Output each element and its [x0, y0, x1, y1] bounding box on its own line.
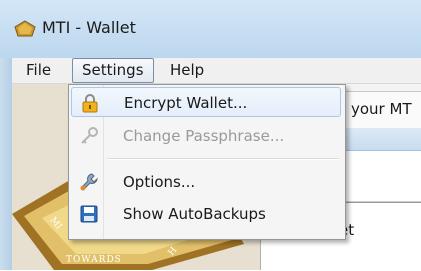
menu-item-label: Encrypt Wallet... [124, 94, 248, 112]
wallet-window: MTI - Wallet File Settings Help TOWARDS … [0, 0, 421, 271]
window-frame [0, 58, 12, 270]
menu-help[interactable]: Help [164, 60, 210, 81]
header-text: your MT [351, 100, 412, 118]
wrench-icon [80, 173, 98, 191]
menu-file[interactable]: File [20, 60, 57, 81]
menu-item-change-passphrase[interactable]: Change Passphrase... [71, 121, 341, 151]
svg-text:TOWARDS: TOWARDS [66, 255, 122, 265]
window-title: MTI - Wallet [42, 18, 136, 37]
menu-bar: File Settings Help [12, 58, 421, 84]
title-bar[interactable]: MTI - Wallet [0, 0, 421, 58]
floppy-disk-icon [80, 205, 98, 223]
settings-dropdown-menu: Encrypt Wallet... Change Passphrase... O… [68, 84, 346, 240]
app-logo-icon [14, 20, 36, 37]
menu-item-label: Change Passphrase... [123, 127, 285, 145]
menu-item-show-autobackups[interactable]: Show AutoBackups [71, 199, 341, 229]
lock-icon [82, 94, 98, 113]
menu-item-options[interactable]: Options... [71, 167, 341, 197]
menu-settings[interactable]: Settings [72, 58, 154, 83]
menu-item-label: Options... [123, 173, 196, 191]
menu-separator [107, 158, 339, 160]
menu-item-encrypt-wallet[interactable]: Encrypt Wallet... [71, 87, 341, 117]
key-icon [81, 127, 98, 144]
menu-item-label: Show AutoBackups [123, 205, 266, 223]
